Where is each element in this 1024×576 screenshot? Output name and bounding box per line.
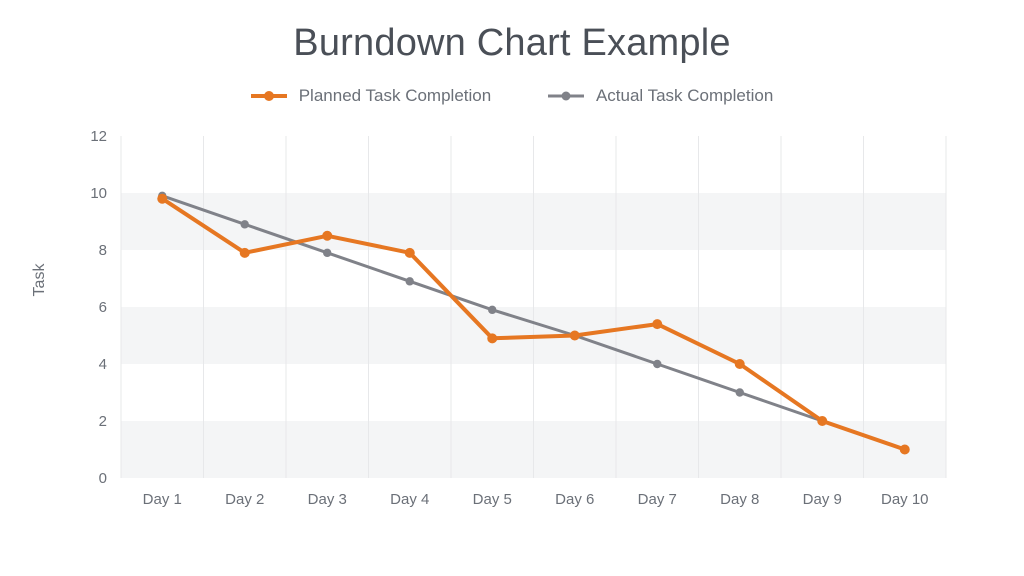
y-axis-label: Task <box>31 264 49 297</box>
x-tick-label: Day 9 <box>803 491 842 508</box>
x-tick-label: Day 6 <box>555 491 594 508</box>
series-point-actual <box>241 220 249 228</box>
chart-area: 0 2 4 6 8 10 12 Day 1 Day 2 Day 3 Day 4 Day 5 Day 6 D… <box>66 126 966 526</box>
series-point-planned <box>570 331 580 341</box>
y-tick-label: 12 <box>90 128 107 145</box>
chart-title: Burndown Chart Example <box>0 22 1024 65</box>
series-point-planned <box>900 445 910 455</box>
x-tick-label: Day 5 <box>473 491 512 508</box>
y-tick-label: 8 <box>99 242 107 259</box>
legend: Planned Task Completion Actual Task Comp… <box>0 86 1024 108</box>
y-tick-label: 10 <box>90 185 107 202</box>
y-tick-label: 6 <box>99 299 107 316</box>
series-point-actual <box>406 277 414 285</box>
legend-swatch-planned <box>251 89 287 103</box>
x-tick-label: Day 2 <box>225 491 264 508</box>
series-point-planned <box>240 248 250 258</box>
series-point-planned <box>157 194 167 204</box>
legend-label-planned: Planned Task Completion <box>299 86 491 106</box>
page: Burndown Chart Example Planned Task Comp… <box>0 0 1024 576</box>
series-point-actual <box>323 249 331 257</box>
legend-item-actual: Actual Task Completion <box>548 86 773 106</box>
x-tick-label: Day 10 <box>881 491 929 508</box>
series-point-planned <box>487 333 497 343</box>
series-point-actual <box>736 388 744 396</box>
series-point-planned <box>405 248 415 258</box>
y-tick-label: 4 <box>99 356 107 373</box>
x-tick-label: Day 7 <box>638 491 677 508</box>
series-point-planned <box>652 319 662 329</box>
x-tick-label: Day 4 <box>390 491 429 508</box>
y-tick-label: 2 <box>99 413 107 430</box>
series-point-planned <box>322 231 332 241</box>
legend-item-planned: Planned Task Completion <box>251 86 491 106</box>
series-point-actual <box>488 306 496 314</box>
chart-svg: 0 2 4 6 8 10 12 Day 1 Day 2 Day 3 Day 4 Day 5 Day 6 D… <box>66 126 966 526</box>
legend-label-actual: Actual Task Completion <box>596 86 773 106</box>
series-point-actual <box>653 360 661 368</box>
series-point-planned <box>735 359 745 369</box>
y-tick-label: 0 <box>99 470 107 487</box>
x-tick-label: Day 1 <box>143 491 182 508</box>
x-tick-label: Day 8 <box>720 491 759 508</box>
legend-swatch-actual <box>548 89 584 103</box>
x-tick-label: Day 3 <box>308 491 347 508</box>
series-point-planned <box>817 416 827 426</box>
